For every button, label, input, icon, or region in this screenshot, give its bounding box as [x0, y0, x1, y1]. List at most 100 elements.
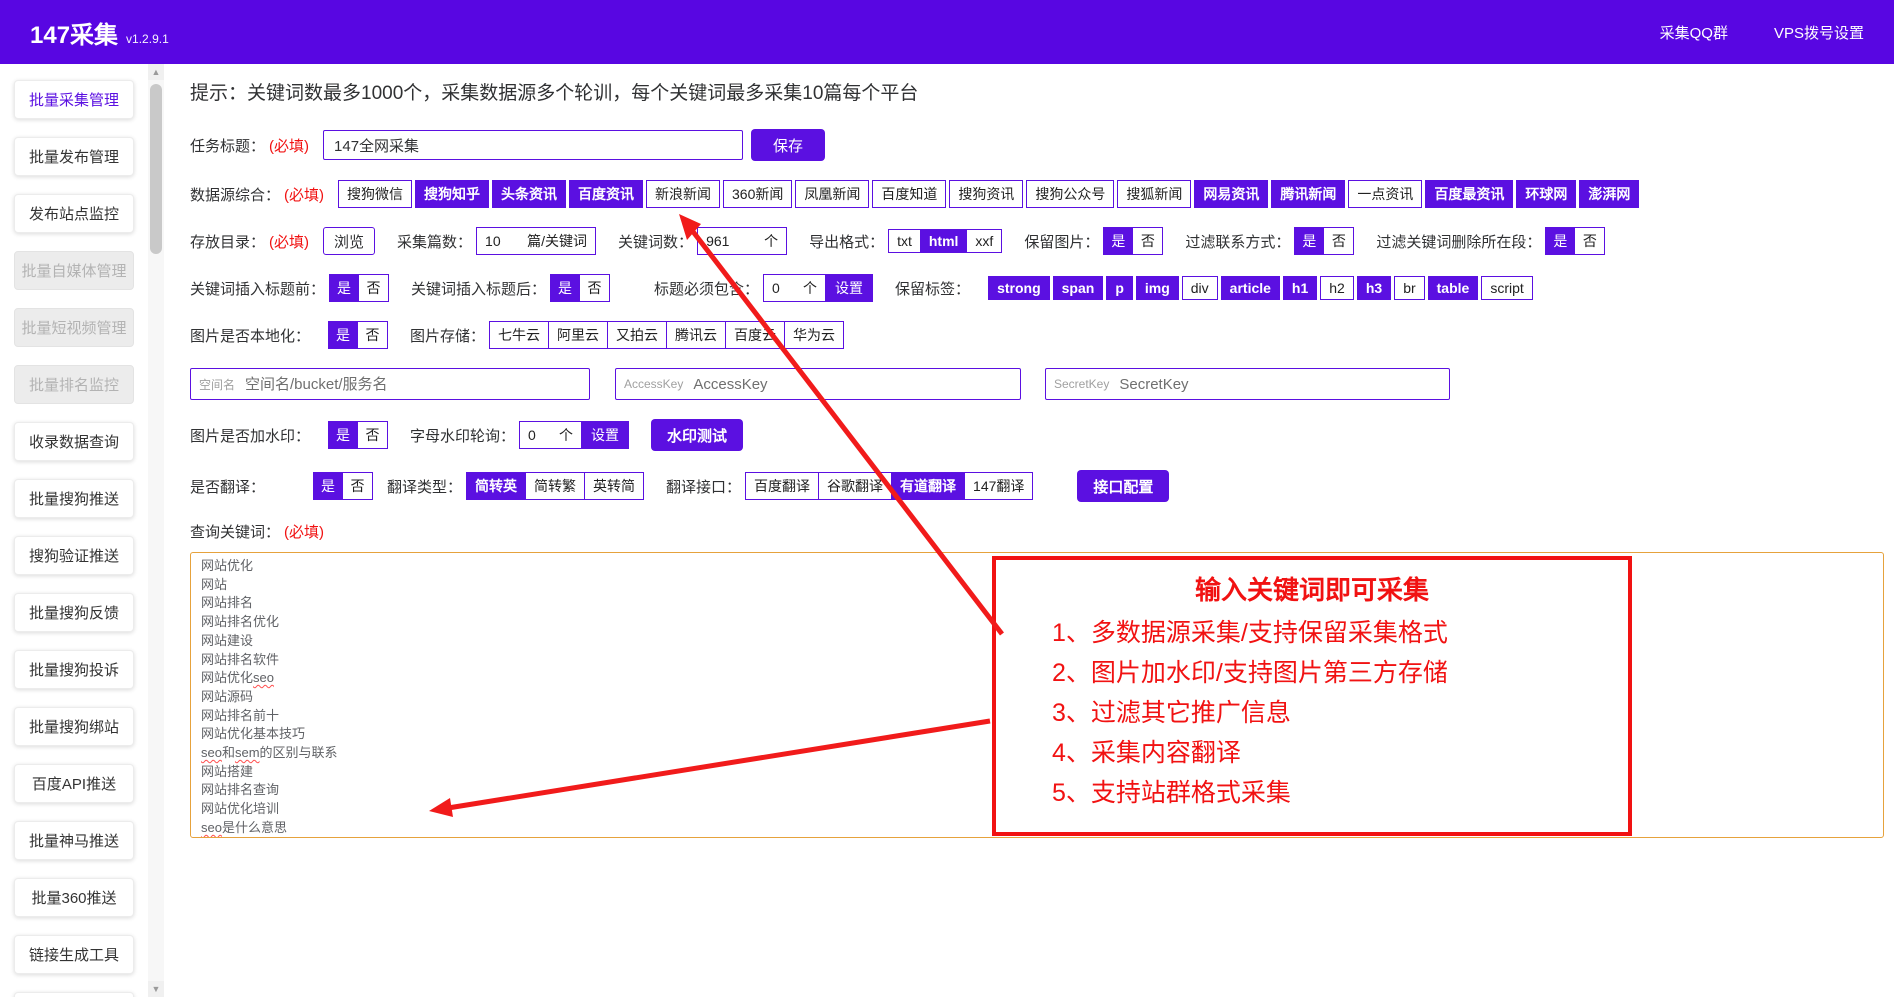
- translate-api-option[interactable]: 147翻译: [964, 472, 1034, 500]
- keep-images-yes[interactable]: 是: [1103, 227, 1134, 255]
- title-contains-value: 0: [772, 280, 780, 296]
- sidebar-item[interactable]: 链接生成工具: [14, 935, 134, 974]
- bucket-input[interactable]: [245, 375, 581, 393]
- translate-type-option[interactable]: 英转简: [584, 472, 645, 500]
- keep-tag-option[interactable]: h1: [1282, 276, 1318, 300]
- sidebar-item[interactable]: 批量360推送: [14, 878, 134, 917]
- keep-tag-option[interactable]: br: [1394, 276, 1425, 300]
- image-storage-option[interactable]: 百度云: [725, 321, 785, 349]
- keep-tag-option[interactable]: h2: [1320, 276, 1354, 300]
- sidebar-item[interactable]: 百度API推送: [14, 764, 134, 803]
- datasource-option[interactable]: 腾讯新闻: [1271, 180, 1346, 208]
- title-contains-label: 标题必须包含：: [654, 280, 760, 298]
- articles-count-input[interactable]: 10 篇/关键词: [476, 227, 597, 255]
- datasource-option[interactable]: 环球网: [1516, 180, 1577, 208]
- translate-api-option[interactable]: 百度翻译: [745, 472, 819, 500]
- keep-tag-option[interactable]: strong: [988, 276, 1050, 300]
- title-contains-settings-button[interactable]: 设置: [825, 274, 874, 302]
- translate-api-option[interactable]: 谷歌翻译: [818, 472, 892, 500]
- datasource-option[interactable]: 搜狗公众号: [1026, 180, 1115, 208]
- datasource-option[interactable]: 搜狗资讯: [949, 180, 1024, 208]
- nav-vps-settings[interactable]: VPS拨号设置: [1774, 22, 1864, 43]
- image-storage-options: 七牛云 阿里云 又拍云 腾讯云 百度云 华为云: [489, 321, 845, 349]
- sidebar-item[interactable]: 批量发布管理: [14, 137, 134, 176]
- keep-tag-option[interactable]: p: [1106, 276, 1133, 300]
- insert-after-yes[interactable]: 是: [550, 274, 581, 302]
- insert-before-yes[interactable]: 是: [329, 274, 360, 302]
- filter-contact-yes[interactable]: 是: [1294, 227, 1325, 255]
- scroll-up-icon[interactable]: ▲: [148, 64, 164, 80]
- sidebar-item[interactable]: 发布站点监控: [14, 194, 134, 233]
- insert-after-no[interactable]: 否: [580, 274, 611, 302]
- keep-tag-option[interactable]: table: [1427, 276, 1479, 300]
- keep-tag-option[interactable]: h3: [1356, 276, 1392, 300]
- datasource-option[interactable]: 搜狗知乎: [415, 180, 490, 208]
- datasource-option[interactable]: 360新闻: [723, 180, 793, 208]
- sidebar-item[interactable]: 批量搜狗投诉: [14, 650, 134, 689]
- filter-contact-no[interactable]: 否: [1324, 227, 1355, 255]
- export-format-option[interactable]: txt: [888, 229, 920, 253]
- translate-type-option[interactable]: 简转英: [466, 472, 526, 500]
- export-format-option[interactable]: xxf: [966, 229, 1003, 253]
- watermark-no[interactable]: 否: [358, 421, 389, 449]
- datasource-option[interactable]: 百度知道: [872, 180, 947, 208]
- localize-yes[interactable]: 是: [328, 321, 359, 349]
- datasource-option[interactable]: 网易资讯: [1194, 180, 1269, 208]
- localize-no[interactable]: 否: [358, 321, 389, 349]
- keep-tag-option[interactable]: script: [1481, 276, 1533, 300]
- insert-before-no[interactable]: 否: [359, 274, 390, 302]
- image-storage-option[interactable]: 又拍云: [607, 321, 667, 349]
- filter-paragraph-yes[interactable]: 是: [1545, 227, 1576, 255]
- watermark-settings-button[interactable]: 设置: [581, 421, 630, 449]
- save-button[interactable]: 保存: [751, 129, 826, 161]
- datasource-option[interactable]: 搜狐新闻: [1117, 180, 1192, 208]
- datasource-required: (必填): [284, 186, 325, 204]
- keywords-count-input[interactable]: 961 个: [697, 227, 788, 255]
- translate-api-option[interactable]: 有道翻译: [891, 472, 965, 500]
- datasource-option[interactable]: 凤凰新闻: [795, 180, 870, 208]
- task-title-input[interactable]: [323, 130, 744, 160]
- title-contains-input[interactable]: 0 个: [763, 274, 826, 302]
- insert-before-toggle: 是 否: [329, 274, 390, 302]
- watermark-cycle-input[interactable]: 0 个: [519, 421, 582, 449]
- sidebar-item[interactable]: 批量神马推送: [14, 821, 134, 860]
- browse-button[interactable]: 浏览: [323, 227, 376, 255]
- scroll-down-icon[interactable]: ▼: [148, 981, 164, 997]
- translate-no[interactable]: 否: [343, 472, 374, 500]
- datasource-option[interactable]: 百度资讯: [569, 180, 644, 208]
- api-config-button[interactable]: 接口配置: [1077, 470, 1170, 502]
- datasource-option[interactable]: 新浪新闻: [646, 180, 721, 208]
- image-storage-option[interactable]: 腾讯云: [666, 321, 726, 349]
- datasource-option[interactable]: 头条资讯: [492, 180, 567, 208]
- export-format-option[interactable]: html: [919, 229, 967, 253]
- datasource-option[interactable]: 百度最资讯: [1425, 180, 1514, 208]
- sidebar-item[interactable]: 收录数据查询: [14, 422, 134, 461]
- sidebar-scrollbar[interactable]: ▲ ▼: [148, 64, 164, 997]
- scrollbar-thumb[interactable]: [150, 84, 162, 254]
- image-storage-option[interactable]: 华为云: [784, 321, 845, 349]
- sidebar-item[interactable]: 链接抓取工具: [14, 992, 134, 997]
- sidebar-item[interactable]: 批量搜狗推送: [14, 479, 134, 518]
- image-storage-option[interactable]: 七牛云: [489, 321, 549, 349]
- secretkey-input[interactable]: [1119, 375, 1441, 393]
- nav-qq-group[interactable]: 采集QQ群: [1660, 22, 1728, 43]
- watermark-yes[interactable]: 是: [328, 421, 359, 449]
- keep-tag-option[interactable]: div: [1181, 276, 1218, 300]
- datasource-option[interactable]: 一点资讯: [1348, 180, 1423, 208]
- translate-type-option[interactable]: 简转繁: [525, 472, 585, 500]
- sidebar-item[interactable]: 批量搜狗绑站: [14, 707, 134, 746]
- datasource-option[interactable]: 澎湃网: [1579, 180, 1640, 208]
- keep-images-no[interactable]: 否: [1133, 227, 1164, 255]
- sidebar-item[interactable]: 搜狗验证推送: [14, 536, 134, 575]
- sidebar-item[interactable]: 批量采集管理: [14, 80, 134, 119]
- watermark-test-button[interactable]: 水印测试: [651, 419, 744, 451]
- accesskey-input[interactable]: [693, 375, 1012, 393]
- keep-tag-option[interactable]: img: [1135, 276, 1179, 300]
- filter-paragraph-no[interactable]: 否: [1575, 227, 1606, 255]
- keep-tag-option[interactable]: article: [1220, 276, 1280, 300]
- sidebar-item[interactable]: 批量搜狗反馈: [14, 593, 134, 632]
- datasource-option[interactable]: 搜狗微信: [338, 180, 413, 208]
- keep-tag-option[interactable]: span: [1052, 276, 1104, 300]
- translate-yes[interactable]: 是: [313, 472, 344, 500]
- image-storage-option[interactable]: 阿里云: [548, 321, 608, 349]
